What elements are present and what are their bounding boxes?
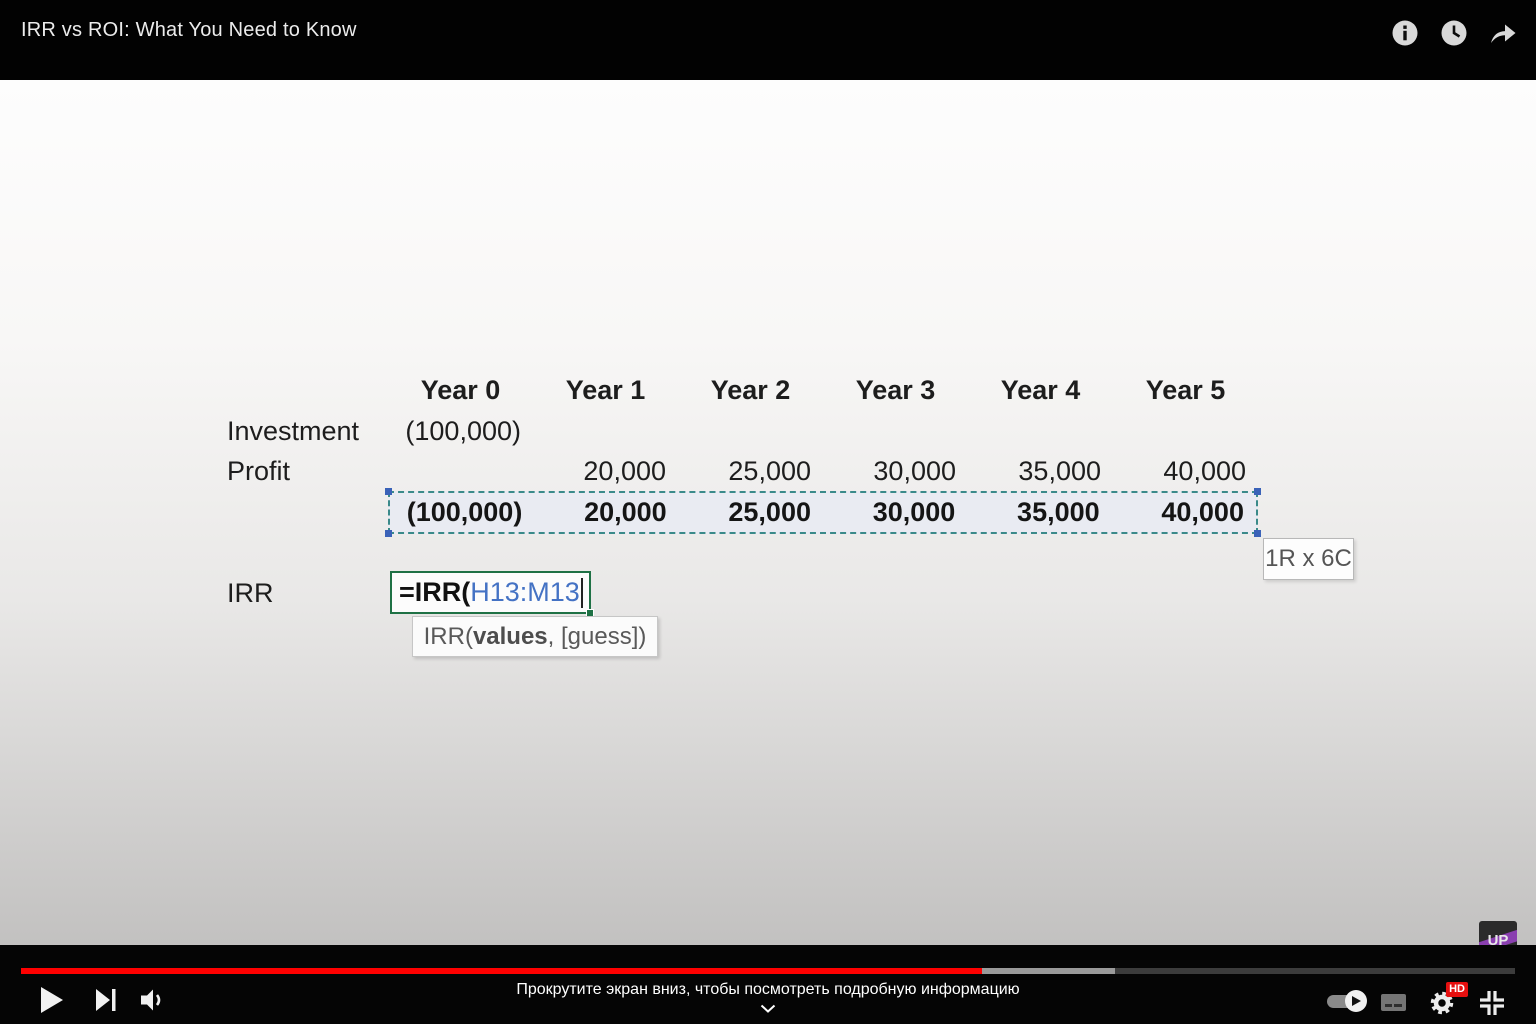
cell: 25,000 [679, 497, 823, 528]
hint-text: , [guess]) [548, 623, 647, 651]
watch-later-button[interactable] [1437, 16, 1471, 50]
play-icon [41, 987, 63, 1013]
selection-handle [1254, 488, 1261, 495]
formula-range-reference: H13:M13 [470, 577, 580, 608]
hint-argument: values [473, 623, 548, 651]
spreadsheet-table: Year 0 Year 1 Year 2 Year 3 Year 4 Year … [227, 369, 1258, 491]
column-header: Year 4 [968, 375, 1113, 406]
cell: (100,000) [388, 416, 533, 447]
subtitles-icon [1381, 994, 1406, 1011]
player-top-bar: IRR vs ROI: What You Need to Know [0, 0, 1536, 80]
formula-autocomplete-tooltip: IRR(values, [guess]) [412, 616, 658, 657]
table-row-investment: Investment (100,000) [227, 411, 1258, 451]
video-title: IRR vs ROI: What You Need to Know [21, 19, 357, 42]
subtitles-button[interactable] [1380, 993, 1407, 1012]
chevron-down-icon[interactable] [760, 1000, 776, 1018]
cell: (100,000) [390, 497, 534, 528]
play-button[interactable] [38, 986, 66, 1014]
cell: 35,000 [968, 456, 1113, 487]
active-formula-cell: =IRR(H13:M13 [390, 571, 591, 614]
row-label-irr: IRR [227, 578, 274, 609]
settings-button[interactable]: HD [1428, 990, 1456, 1016]
selected-range-row: (100,000) 20,000 25,000 30,000 35,000 40… [388, 491, 1258, 534]
share-button[interactable] [1486, 16, 1520, 50]
fullscreen-exit-button[interactable] [1477, 988, 1507, 1018]
text-cursor [581, 578, 583, 608]
formula-text: =IRR( [399, 577, 470, 608]
mute-button[interactable] [140, 988, 168, 1012]
scroll-hint: Прокрутите экран вниз, чтобы посмотреть … [0, 981, 1536, 1018]
table-row-profit: Profit 20,000 25,000 30,000 35,000 40,00… [227, 451, 1258, 491]
watch-later-icon [1440, 19, 1468, 47]
selection-handle [1254, 530, 1261, 537]
column-header: Year 0 [388, 375, 533, 406]
hint-text: IRR( [424, 623, 473, 651]
cell: 20,000 [533, 456, 678, 487]
column-header: Year 1 [533, 375, 678, 406]
selection-handle [385, 530, 392, 537]
volume-icon [141, 988, 167, 1012]
hd-quality-badge: HD [1446, 982, 1468, 997]
fullscreen-exit-icon [1478, 989, 1506, 1017]
column-header: Year 5 [1113, 375, 1258, 406]
cell: 40,000 [1113, 456, 1258, 487]
cell: 25,000 [678, 456, 823, 487]
row-label: Investment [227, 416, 388, 447]
info-icon [1391, 19, 1419, 47]
next-button[interactable] [94, 989, 118, 1011]
cell: 35,000 [967, 497, 1111, 528]
autoplay-knob-icon [1345, 990, 1367, 1012]
next-icon [96, 989, 116, 1011]
cell: 40,000 [1112, 497, 1256, 528]
column-header: Year 3 [823, 375, 968, 406]
share-icon [1487, 19, 1519, 47]
table-header-row: Year 0 Year 1 Year 2 Year 3 Year 4 Year … [227, 369, 1258, 411]
scroll-hint-text: Прокрутите экран вниз, чтобы посмотреть … [0, 981, 1536, 999]
video-frame[interactable]: Year 0 Year 1 Year 2 Year 3 Year 4 Year … [0, 80, 1536, 945]
progress-played [21, 968, 982, 974]
selection-handle [385, 488, 392, 495]
row-label: Profit [227, 456, 388, 487]
top-actions [1388, 16, 1520, 50]
cell: 30,000 [823, 497, 967, 528]
progress-bar[interactable] [21, 968, 1515, 974]
cell: 30,000 [823, 456, 968, 487]
column-header: Year 2 [678, 375, 823, 406]
info-button[interactable] [1388, 16, 1422, 50]
selection-size-badge: 1R x 6C [1263, 538, 1354, 580]
player-control-bar: 3:04 / 4:47 Прокрутите экран вниз, чтобы… [0, 945, 1536, 1024]
cell: 20,000 [534, 497, 678, 528]
autoplay-toggle[interactable] [1327, 995, 1364, 1008]
